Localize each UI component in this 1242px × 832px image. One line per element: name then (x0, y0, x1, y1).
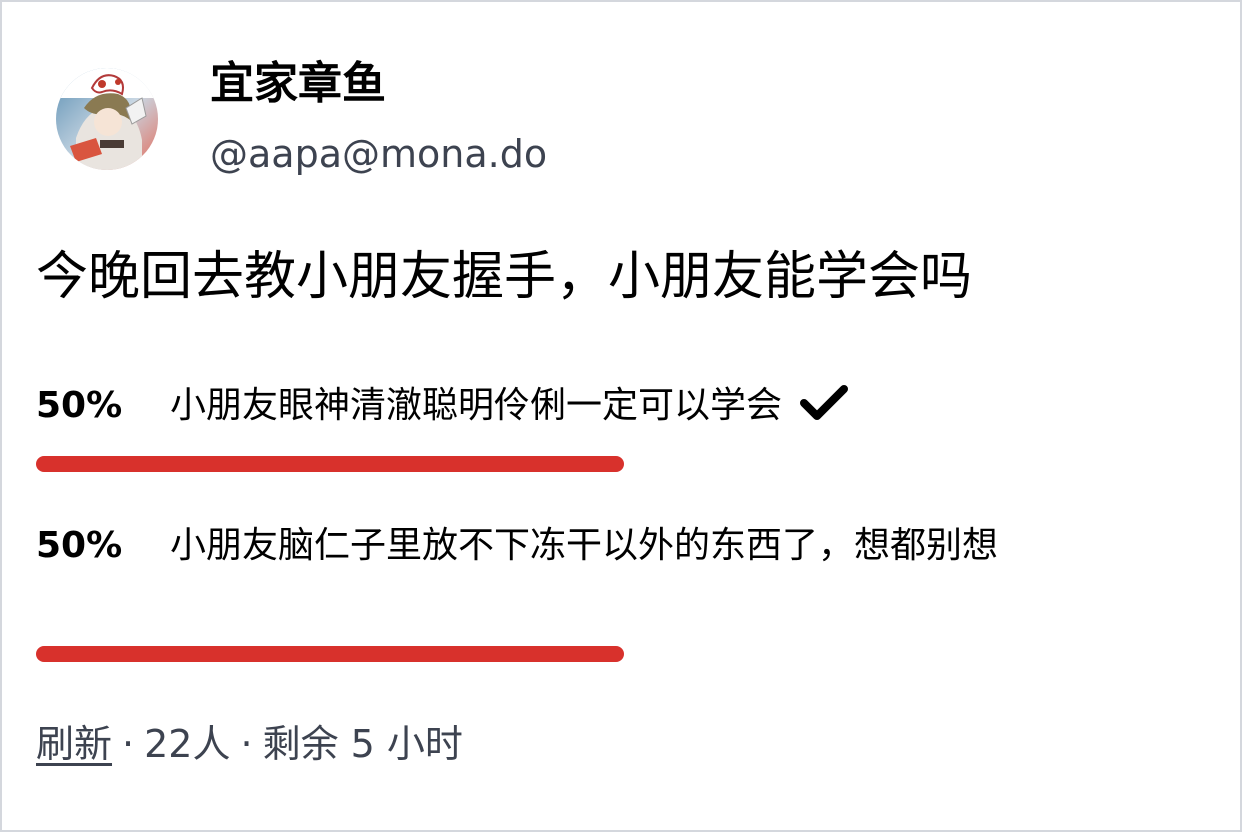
poll-option-percent: 50% (36, 385, 123, 426)
refresh-link[interactable]: 刷新 (36, 722, 112, 766)
display-name[interactable]: 宜家章鱼 (210, 56, 386, 112)
poll-option: 50% 小朋友眼神清澈聪明伶俐一定可以学会 (36, 378, 1156, 478)
status-card: 宜家章鱼 @aapa@mona.do 今晚回去教小朋友握手，小朋友能学会吗 50… (0, 0, 1242, 832)
poll-option-bar (36, 456, 624, 472)
poll-option-text: 小朋友眼神清澈聪明伶俐一定可以学会 (170, 385, 783, 426)
poll-option: 50% 小朋友脑仁子里放不下冻干以外的东西了，想都别想 (36, 518, 1156, 666)
poll-footer: 刷新 · 22人 · 剩余 5 小时 (36, 718, 463, 770)
avatar[interactable] (56, 68, 158, 170)
poll-option-label: 小朋友眼神清澈聪明伶俐一定可以学会 (170, 380, 1120, 432)
anime-character-avatar-icon (56, 68, 158, 170)
voter-count: 22人 (144, 722, 231, 766)
check-icon (800, 383, 849, 423)
poll-option-text: 小朋友脑仁子里放不下冻干以外的东西了，想都别想 (170, 525, 999, 566)
poll-option-percent: 50% (36, 525, 123, 566)
status-text: 今晚回去教小朋友握手，小朋友能学会吗 (36, 247, 973, 307)
time-remaining: 剩余 5 小时 (262, 722, 463, 766)
separator: · (240, 722, 253, 766)
separator: · (122, 722, 135, 766)
poll-option-bar (36, 646, 624, 662)
account-handle[interactable]: @aapa@mona.do (210, 130, 547, 178)
poll-option-label: 小朋友脑仁子里放不下冻干以外的东西了，想都别想 (170, 520, 1120, 572)
